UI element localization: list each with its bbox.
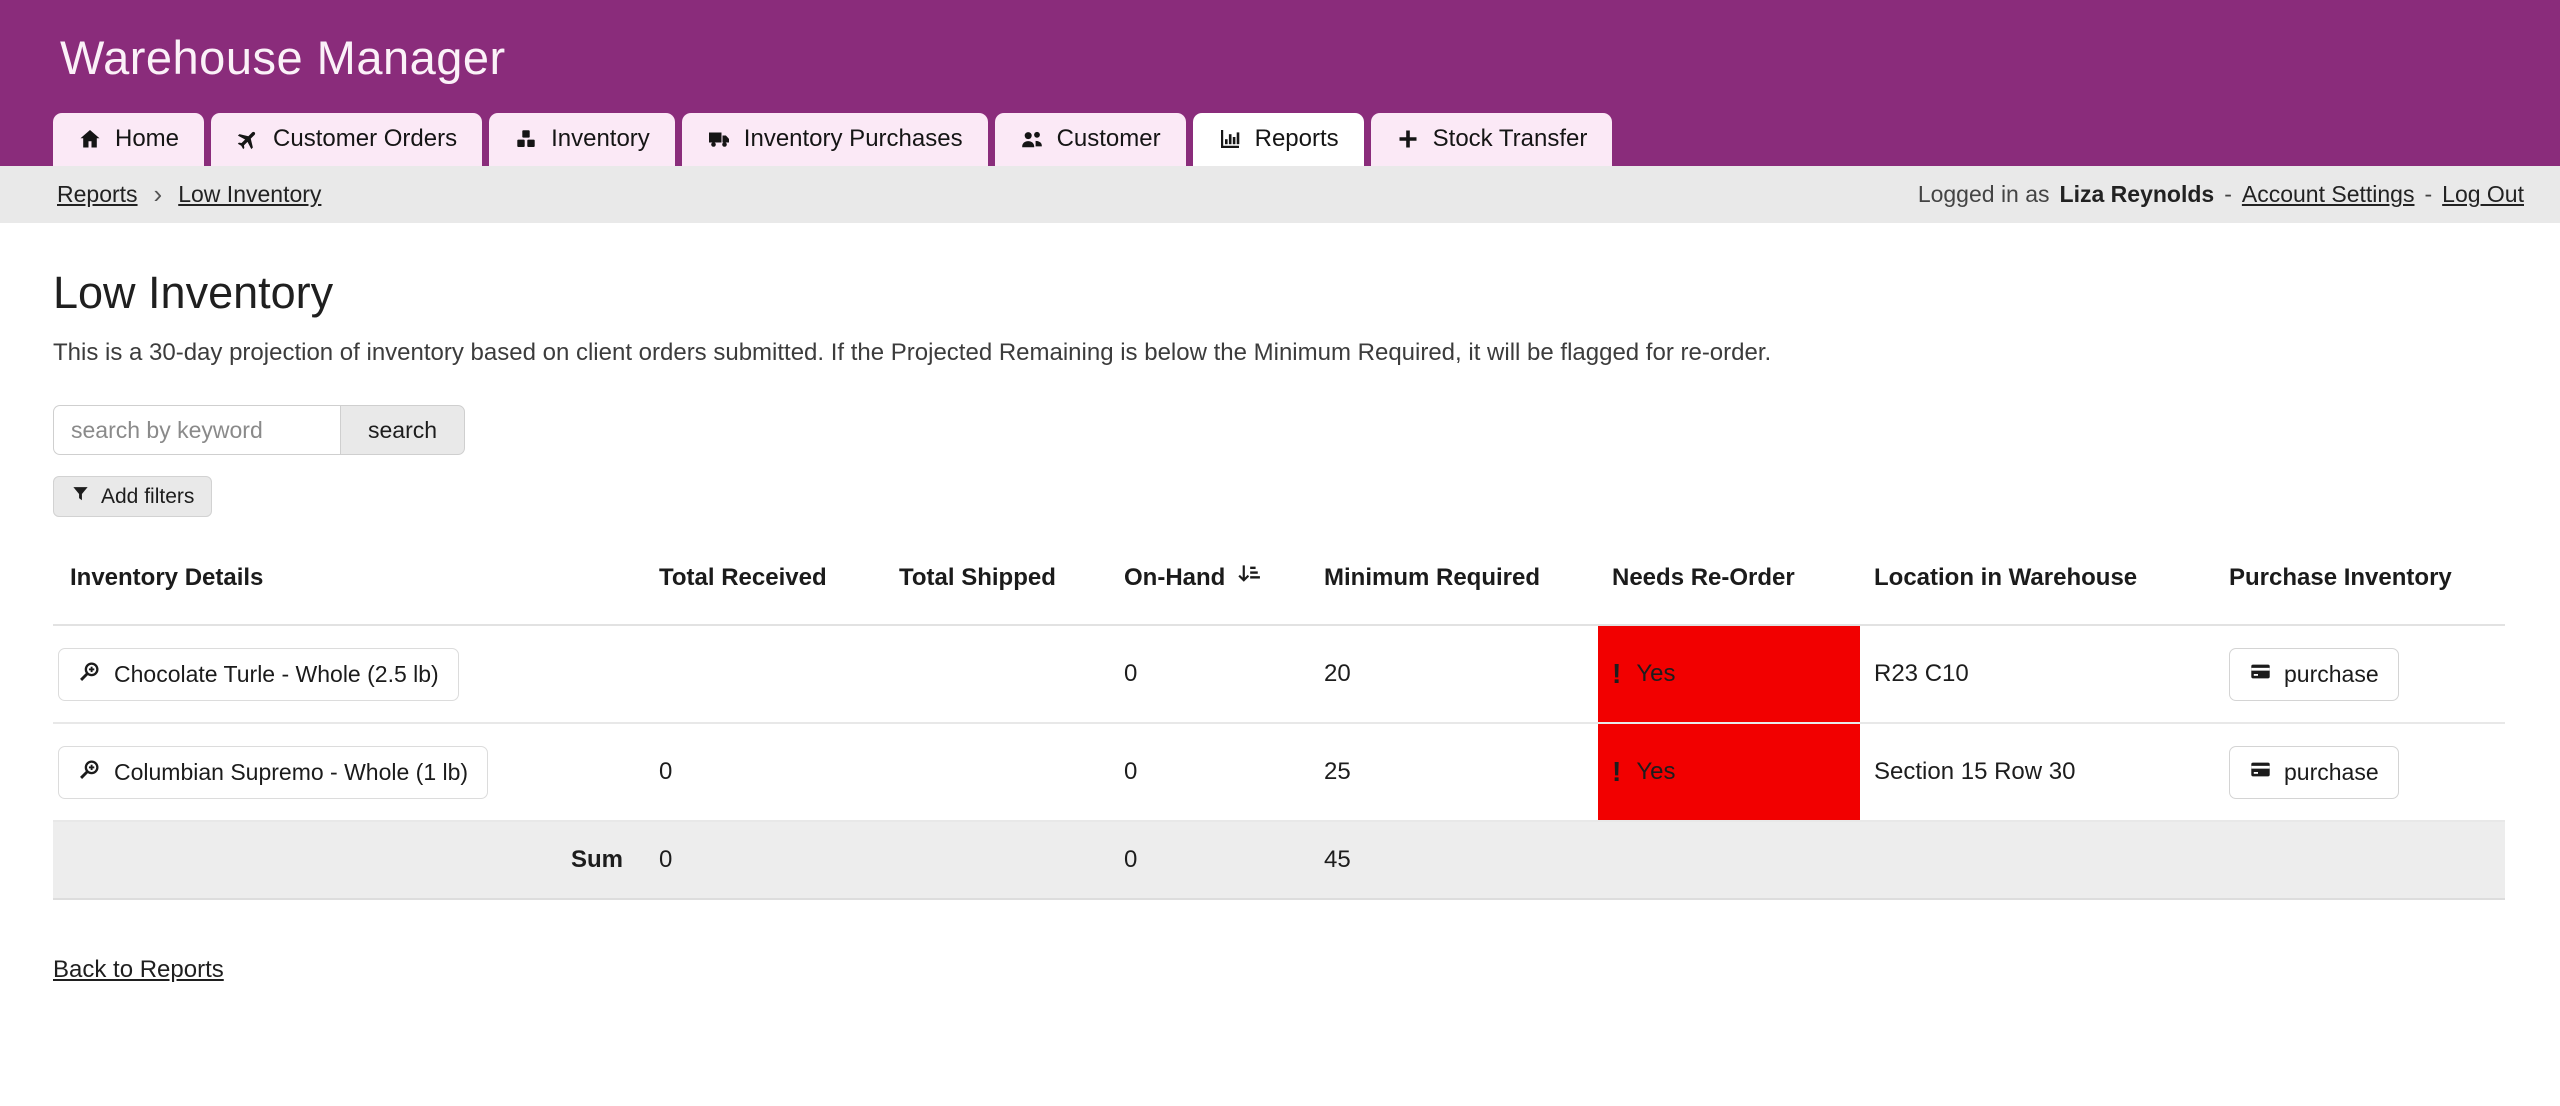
app-title: Warehouse Manager bbox=[60, 30, 506, 85]
sort-descending-icon bbox=[1235, 561, 1261, 594]
column-header-inventory-details[interactable]: Inventory Details bbox=[53, 543, 645, 625]
sum-on-hand: 0 bbox=[1110, 821, 1310, 899]
sum-minimum-required: 45 bbox=[1310, 821, 1598, 899]
credit-card-icon bbox=[2249, 660, 2272, 689]
tab-label: Inventory bbox=[551, 125, 650, 153]
cell-total-shipped bbox=[885, 723, 1110, 821]
inventory-item-label: Columbian Supremo - Whole (1 lb) bbox=[114, 759, 468, 786]
tab-label: Inventory Purchases bbox=[744, 125, 963, 153]
column-header-total-received[interactable]: Total Received bbox=[645, 543, 885, 625]
main-nav: Home Customer Orders Inventory Inventory… bbox=[53, 113, 1612, 166]
sum-total-shipped bbox=[885, 821, 1110, 899]
column-header-on-hand-label: On-Hand bbox=[1124, 564, 1225, 592]
breadcrumb-reports-link[interactable]: Reports bbox=[57, 181, 138, 208]
table-row: Chocolate Turle - Whole (2.5 lb) 0 20 ! … bbox=[53, 625, 2505, 723]
users-icon bbox=[1020, 127, 1044, 151]
cell-on-hand: 0 bbox=[1110, 723, 1310, 821]
inventory-item-label: Chocolate Turle - Whole (2.5 lb) bbox=[114, 661, 439, 688]
plane-icon bbox=[236, 127, 260, 151]
tab-customer[interactable]: Customer bbox=[995, 113, 1186, 166]
search-button[interactable]: search bbox=[340, 405, 465, 455]
column-header-on-hand[interactable]: On-Hand bbox=[1110, 543, 1310, 625]
exclamation-icon: ! bbox=[1612, 758, 1621, 786]
page-title: Low Inventory bbox=[53, 267, 2507, 319]
purchase-button[interactable]: purchase bbox=[2229, 746, 2399, 799]
page-description: This is a 30-day projection of inventory… bbox=[53, 339, 2507, 367]
tab-stock-transfer[interactable]: Stock Transfer bbox=[1371, 113, 1613, 166]
tab-reports[interactable]: Reports bbox=[1193, 113, 1364, 166]
exclamation-icon: ! bbox=[1612, 660, 1621, 688]
sum-row: Sum 0 0 45 bbox=[53, 821, 2505, 899]
tab-label: Customer bbox=[1057, 125, 1161, 153]
cell-location: Section 15 Row 30 bbox=[1860, 723, 2215, 821]
needs-reorder-value: Yes bbox=[1636, 660, 1675, 688]
breadcrumb-bar: Reports › Low Inventory Logged in as Liz… bbox=[0, 166, 2560, 223]
user-name: Liza Reynolds bbox=[2060, 181, 2215, 208]
back-to-reports-link[interactable]: Back to Reports bbox=[53, 956, 224, 983]
cell-total-received bbox=[645, 625, 885, 723]
account-settings-link[interactable]: Account Settings bbox=[2242, 181, 2415, 208]
column-header-purchase[interactable]: Purchase Inventory bbox=[2215, 543, 2505, 625]
cell-minimum-required: 25 bbox=[1310, 723, 1598, 821]
table-row: Columbian Supremo - Whole (1 lb) 0 0 25 … bbox=[53, 723, 2505, 821]
separator-dash: - bbox=[2224, 181, 2232, 208]
purchase-label: purchase bbox=[2284, 661, 2379, 688]
sum-label: Sum bbox=[53, 821, 645, 899]
truck-icon bbox=[707, 127, 731, 151]
home-icon bbox=[78, 127, 102, 151]
cell-minimum-required: 20 bbox=[1310, 625, 1598, 723]
logged-in-prefix: Logged in as bbox=[1918, 181, 2050, 208]
plus-icon bbox=[1396, 127, 1420, 151]
table-header-row: Inventory Details Total Received Total S… bbox=[53, 543, 2505, 625]
cell-total-received: 0 bbox=[645, 723, 885, 821]
log-out-link[interactable]: Log Out bbox=[2442, 181, 2524, 208]
needs-reorder-value: Yes bbox=[1636, 758, 1675, 786]
search-plus-icon bbox=[78, 758, 101, 787]
breadcrumb: Reports › Low Inventory bbox=[57, 179, 321, 210]
tab-label: Home bbox=[115, 125, 179, 153]
sum-total-received: 0 bbox=[645, 821, 885, 899]
cell-total-shipped bbox=[885, 625, 1110, 723]
breadcrumb-low-inventory-link[interactable]: Low Inventory bbox=[178, 181, 321, 208]
app-header: Warehouse Manager Home Customer Orders I… bbox=[0, 0, 2560, 166]
search-group: search bbox=[53, 405, 2507, 455]
tab-inventory[interactable]: Inventory bbox=[489, 113, 675, 166]
tab-label: Stock Transfer bbox=[1433, 125, 1588, 153]
needs-reorder-alert-cell: ! Yes bbox=[1598, 625, 1860, 723]
filter-icon bbox=[71, 484, 90, 509]
separator-dash: - bbox=[2424, 181, 2432, 208]
bar-chart-icon bbox=[1218, 127, 1242, 151]
chevron-right-icon: › bbox=[154, 179, 163, 210]
search-input[interactable] bbox=[53, 405, 340, 455]
purchase-label: purchase bbox=[2284, 759, 2379, 786]
footer-links: Back to Reports bbox=[53, 956, 2507, 984]
column-header-location[interactable]: Location in Warehouse bbox=[1860, 543, 2215, 625]
column-header-needs-reorder[interactable]: Needs Re-Order bbox=[1598, 543, 1860, 625]
credit-card-icon bbox=[2249, 758, 2272, 787]
tab-inventory-purchases[interactable]: Inventory Purchases bbox=[682, 113, 988, 166]
tab-label: Reports bbox=[1255, 125, 1339, 153]
tab-customer-orders[interactable]: Customer Orders bbox=[211, 113, 482, 166]
cell-location: R23 C10 bbox=[1860, 625, 2215, 723]
tab-label: Customer Orders bbox=[273, 125, 457, 153]
low-inventory-table: Inventory Details Total Received Total S… bbox=[53, 543, 2505, 900]
main-content: Low Inventory This is a 30-day projectio… bbox=[0, 267, 2560, 984]
column-header-total-shipped[interactable]: Total Shipped bbox=[885, 543, 1110, 625]
session-info: Logged in as Liza Reynolds - Account Set… bbox=[1918, 181, 2524, 208]
purchase-button[interactable]: purchase bbox=[2229, 648, 2399, 701]
cubes-icon bbox=[514, 127, 538, 151]
add-filters-button[interactable]: Add filters bbox=[53, 476, 212, 517]
inventory-item-button[interactable]: Columbian Supremo - Whole (1 lb) bbox=[58, 746, 488, 799]
needs-reorder-alert-cell: ! Yes bbox=[1598, 723, 1860, 821]
tab-home[interactable]: Home bbox=[53, 113, 204, 166]
column-header-minimum-required[interactable]: Minimum Required bbox=[1310, 543, 1598, 625]
search-plus-icon bbox=[78, 660, 101, 689]
inventory-item-button[interactable]: Chocolate Turle - Whole (2.5 lb) bbox=[58, 648, 459, 701]
cell-on-hand: 0 bbox=[1110, 625, 1310, 723]
add-filters-label: Add filters bbox=[101, 485, 194, 509]
